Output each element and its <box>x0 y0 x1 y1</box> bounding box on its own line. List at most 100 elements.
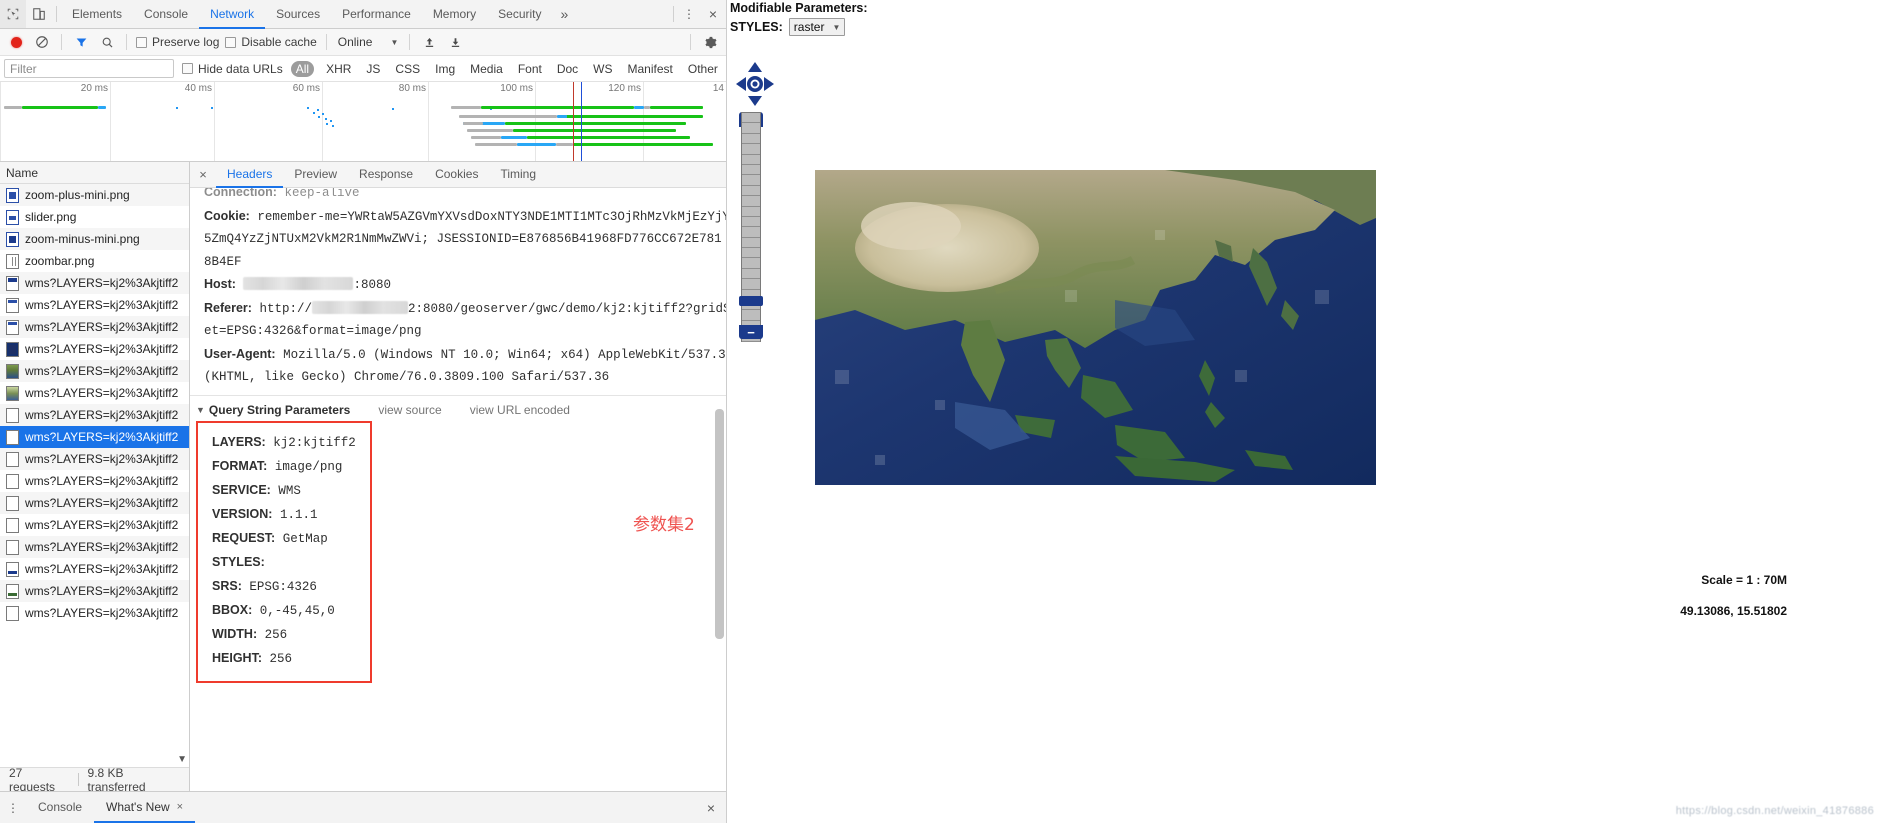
disable-cache-checkbox[interactable]: Disable cache <box>223 35 318 49</box>
map-viewport[interactable] <box>815 170 1376 485</box>
detail-tab-headers[interactable]: Headers <box>216 162 284 188</box>
query-param-format-value: image/png <box>274 459 343 474</box>
more-tabs-chevron-icon[interactable]: » <box>553 0 577 28</box>
drawer-tab-console[interactable]: Console <box>26 792 94 823</box>
close-devtools-icon[interactable]: × <box>700 0 726 28</box>
disclosure-triangle-icon[interactable]: ▼ <box>196 405 205 415</box>
request-row-3[interactable]: zoombar.png <box>0 250 189 272</box>
details-scrollbar-thumb[interactable] <box>715 409 724 639</box>
view-url-encoded-link[interactable]: view URL encoded <box>470 403 570 417</box>
filter-type-other[interactable]: Other <box>685 61 721 77</box>
network-overview-timeline[interactable]: 20 ms 40 ms 60 ms 80 ms 100 ms 120 ms 14 <box>0 82 726 162</box>
tab-sources[interactable]: Sources <box>265 0 331 29</box>
filter-input[interactable] <box>4 59 174 78</box>
tab-elements[interactable]: Elements <box>61 0 133 29</box>
header-cookie: Cookie: remember-me=YWRtaW5AZGVmYXVsdDox… <box>204 205 726 229</box>
drawer-tab-close-icon[interactable]: × <box>177 801 183 813</box>
details-scroll-area[interactable]: Connection: keep-alive Cookie: remember-… <box>190 188 726 791</box>
request-row-18[interactable]: wms?LAYERS=kj2%3Akjtiff2 <box>0 580 189 602</box>
filter-button[interactable] <box>69 31 93 53</box>
request-row-12[interactable]: wms?LAYERS=kj2%3Akjtiff2 <box>0 448 189 470</box>
filter-type-all[interactable]: All <box>290 60 315 77</box>
satellite-map-image[interactable] <box>815 170 1376 485</box>
zoom-slider-handle[interactable] <box>739 296 763 306</box>
tab-performance-label: Performance <box>342 6 411 21</box>
scroll-down-icon[interactable]: ▼ <box>177 754 187 765</box>
filter-type-css[interactable]: CSS <box>392 61 423 77</box>
export-har-icon[interactable] <box>443 31 467 53</box>
request-row-19[interactable]: wms?LAYERS=kj2%3Akjtiff2 <box>0 602 189 624</box>
request-row-0[interactable]: zoom-plus-mini.png <box>0 184 189 206</box>
request-row-10[interactable]: wms?LAYERS=kj2%3Akjtiff2 <box>0 404 189 426</box>
request-row-2[interactable]: zoom-minus-mini.png <box>0 228 189 250</box>
action-divider-5 <box>690 34 691 50</box>
throttle-select[interactable]: Online ▼ <box>334 35 403 49</box>
query-string-parameters-header[interactable]: ▼ Query String Parameters view source vi… <box>190 394 726 421</box>
tab-security[interactable]: Security <box>487 0 552 29</box>
request-name: wms?LAYERS=kj2%3Akjtiff2 <box>25 276 179 290</box>
request-row-4[interactable]: wms?LAYERS=kj2%3Akjtiff2 <box>0 272 189 294</box>
query-param-request-value: GetMap <box>282 531 328 546</box>
close-drawer-icon[interactable]: × <box>696 792 726 823</box>
request-row-8[interactable]: wms?LAYERS=kj2%3Akjtiff2 <box>0 360 189 382</box>
filter-type-js[interactable]: JS <box>363 61 383 77</box>
drawer-kebab-icon[interactable]: ⋮ <box>0 792 26 823</box>
filter-type-font[interactable]: Font <box>515 61 545 77</box>
request-row-11-selected[interactable]: wms?LAYERS=kj2%3Akjtiff2 <box>0 426 189 448</box>
hide-data-urls-checkbox[interactable]: Hide data URLs <box>180 62 285 76</box>
request-rows[interactable]: zoom-plus-mini.png slider.png zoom-minus… <box>0 184 189 767</box>
detail-tab-timing[interactable]: Timing <box>489 162 547 188</box>
request-row-5[interactable]: wms?LAYERS=kj2%3Akjtiff2 <box>0 294 189 316</box>
request-row-13[interactable]: wms?LAYERS=kj2%3Akjtiff2 <box>0 470 189 492</box>
request-row-6[interactable]: wms?LAYERS=kj2%3Akjtiff2 <box>0 316 189 338</box>
tab-sources-label: Sources <box>276 6 321 21</box>
clear-button[interactable] <box>30 31 54 53</box>
details-scrollbar[interactable] <box>715 214 724 789</box>
tab-network[interactable]: Network <box>199 0 266 29</box>
request-row-1[interactable]: slider.png <box>0 206 189 228</box>
tab-performance[interactable]: Performance <box>331 0 422 29</box>
query-param-srs-key: SRS: <box>212 578 242 593</box>
detail-tab-preview[interactable]: Preview <box>283 162 348 188</box>
tab-memory[interactable]: Memory <box>422 0 487 29</box>
query-param-srs: SRS: EPSG:4326 <box>212 575 356 599</box>
request-row-9[interactable]: wms?LAYERS=kj2%3Akjtiff2 <box>0 382 189 404</box>
styles-label: STYLES: <box>730 20 783 34</box>
request-list-header[interactable]: Name <box>0 162 189 184</box>
filter-type-img[interactable]: Img <box>432 61 458 77</box>
filter-type-manifest[interactable]: Manifest <box>625 61 676 77</box>
filter-type-ws[interactable]: WS <box>590 61 615 77</box>
tab-console[interactable]: Console <box>133 0 199 29</box>
request-row-15[interactable]: wms?LAYERS=kj2%3Akjtiff2 <box>0 514 189 536</box>
chevron-down-icon: ▼ <box>832 22 841 32</box>
action-divider-2 <box>126 34 127 50</box>
query-param-version: VERSION: 1.1.1 <box>212 503 356 527</box>
detail-tab-cookies[interactable]: Cookies <box>424 162 489 188</box>
zoom-slider-track[interactable] <box>741 112 761 342</box>
cursor-inspect-icon[interactable] <box>0 0 26 28</box>
drawer-tab-whats-new[interactable]: What's New × <box>94 792 196 823</box>
filter-type-doc[interactable]: Doc <box>554 61 581 77</box>
pan-compass-icon[interactable] <box>734 60 776 108</box>
overview-tick-80ms: 80 ms <box>398 83 426 94</box>
settings-gear-icon[interactable] <box>698 31 722 53</box>
zoom-out-button[interactable]: − <box>739 325 763 340</box>
request-row-14[interactable]: wms?LAYERS=kj2%3Akjtiff2 <box>0 492 189 514</box>
filter-type-xhr[interactable]: XHR <box>323 61 354 77</box>
detail-tab-response[interactable]: Response <box>348 162 424 188</box>
import-har-icon[interactable] <box>417 31 441 53</box>
request-row-7[interactable]: wms?LAYERS=kj2%3Akjtiff2 <box>0 338 189 360</box>
view-source-link[interactable]: view source <box>378 403 441 417</box>
preserve-log-checkbox[interactable]: Preserve log <box>134 35 221 49</box>
record-button[interactable] <box>4 31 28 53</box>
device-toolbar-icon[interactable] <box>26 0 52 28</box>
filter-type-media[interactable]: Media <box>467 61 506 77</box>
close-details-icon[interactable]: × <box>190 162 216 187</box>
request-row-16[interactable]: wms?LAYERS=kj2%3Akjtiff2 <box>0 536 189 558</box>
file-icon-image <box>6 473 19 489</box>
kebab-menu-icon[interactable]: ⋮ <box>678 0 700 28</box>
request-row-17[interactable]: wms?LAYERS=kj2%3Akjtiff2 <box>0 558 189 580</box>
search-icon[interactable] <box>95 31 119 53</box>
header-host-key: Host: <box>204 277 236 291</box>
styles-select[interactable]: raster ▼ <box>788 18 846 36</box>
